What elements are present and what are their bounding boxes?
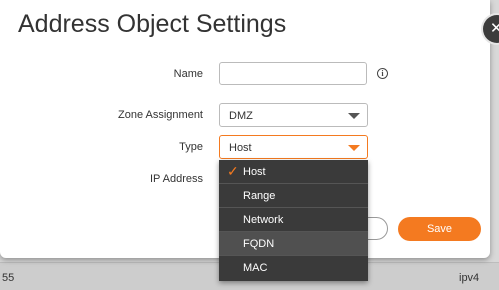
zone-select[interactable]: DMZ [219,103,368,127]
dropdown-item-label: MAC [243,262,268,274]
dropdown-item-mac[interactable]: MAC [219,256,368,280]
chevron-down-icon [348,145,360,151]
dropdown-item-label: Host [243,166,266,178]
dropdown-item-label: Network [243,214,284,226]
chevron-down-icon [348,113,360,119]
row-cell-id: 55 [2,272,15,284]
dropdown-item-host[interactable]: ✓ Host [219,160,368,184]
name-label: Name [173,68,203,80]
zone-label: Zone Assignment [118,109,203,121]
save-button[interactable]: Save [398,217,481,241]
dropdown-item-label: FQDN [243,238,275,250]
type-select[interactable]: Host [219,135,368,159]
close-icon: ✕ [490,20,499,37]
name-input[interactable] [219,62,367,85]
row-cell-version: ipv4 [459,272,480,284]
dropdown-item-network[interactable]: Network [219,208,368,232]
dropdown-item-fqdn[interactable]: FQDN [219,232,368,256]
checkmark-icon: ✓ [227,163,239,179]
type-select-value: Host [229,142,252,154]
ip-address-label: IP Address [150,173,203,185]
info-icon[interactable]: i [377,68,388,79]
dialog-title: Address Object Settings [18,10,287,38]
dropdown-item-range[interactable]: Range [219,184,368,208]
dropdown-item-label: Range [243,190,276,202]
zone-select-value: DMZ [229,110,253,122]
type-label: Type [179,141,203,153]
type-dropdown-menu: ✓ Host Range Network FQDN MAC [219,160,368,281]
